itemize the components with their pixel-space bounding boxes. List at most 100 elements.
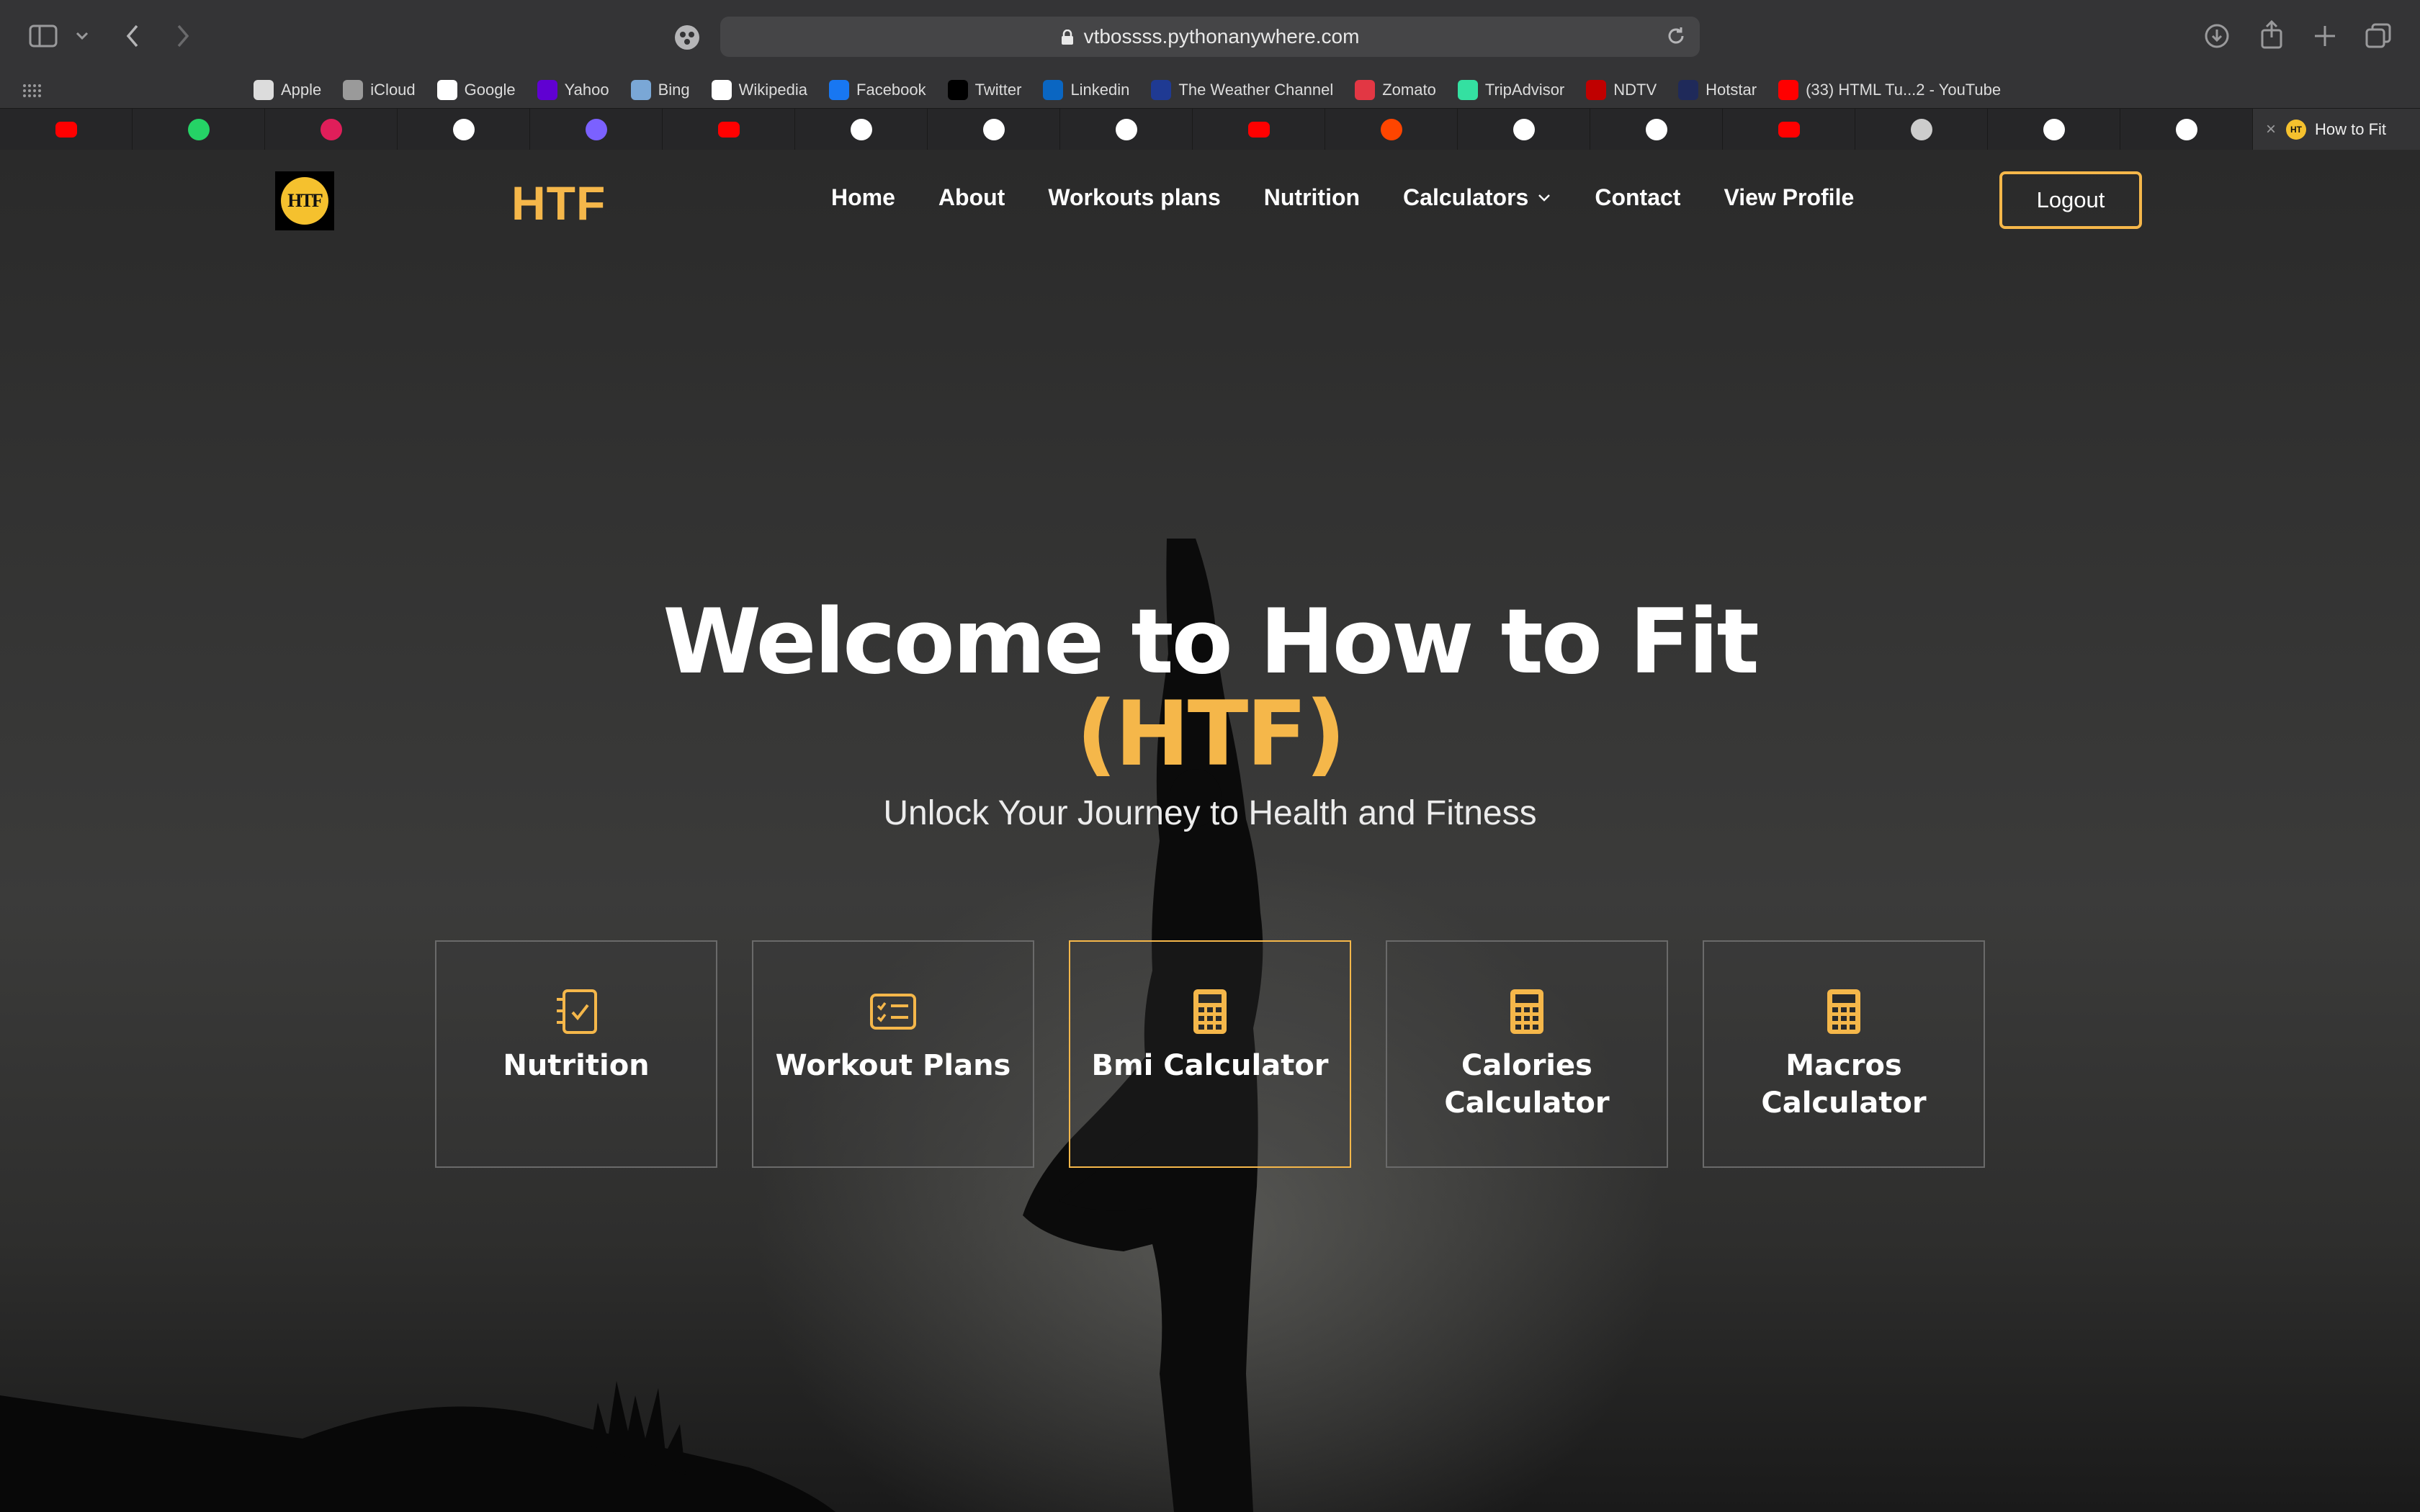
- tab-how-to-fit[interactable]: × HT How to Fit: [2253, 109, 2420, 150]
- favorite-wikipedia[interactable]: Wikipedia: [711, 80, 807, 100]
- new-tab-icon[interactable]: [2311, 22, 2339, 50]
- favorite-label: Linkedin: [1070, 81, 1130, 99]
- card-label: Bmi Calculator: [1091, 1049, 1329, 1082]
- favorite-icloud[interactable]: iCloud: [343, 80, 416, 100]
- nav-home[interactable]: Home: [831, 184, 895, 211]
- tab-6[interactable]: [663, 109, 795, 150]
- tab-4[interactable]: [398, 109, 530, 150]
- brand-name[interactable]: HTF: [511, 176, 606, 230]
- tab-17[interactable]: [2120, 109, 2253, 150]
- favorite-label: NDTV: [1613, 81, 1657, 99]
- hero-title-accent: (HTF): [1076, 683, 1345, 786]
- favorite-linkedin[interactable]: Linkedin: [1043, 80, 1129, 100]
- sidebar-toggle-icon[interactable]: [29, 24, 58, 48]
- htf-logo-icon: HT: [2286, 120, 2307, 140]
- reload-icon[interactable]: [1665, 25, 1687, 47]
- tab-13[interactable]: [1590, 109, 1723, 150]
- nav-view-profile[interactable]: View Profile: [1724, 184, 1854, 211]
- card-bmi-calculator[interactable]: Bmi Calculator: [1069, 940, 1351, 1168]
- tab-2[interactable]: [133, 109, 265, 150]
- favorite-label: Hotstar: [1706, 81, 1757, 99]
- chevron-down-icon: [1538, 194, 1551, 202]
- tab-16[interactable]: [1988, 109, 2120, 150]
- tab-3[interactable]: [265, 109, 398, 150]
- youtube-icon: [1778, 122, 1800, 138]
- favorite-bing[interactable]: Bing: [630, 80, 690, 100]
- tab-1[interactable]: [0, 109, 133, 150]
- apple-icon: [254, 80, 274, 100]
- forward-icon[interactable]: [171, 22, 194, 50]
- youtube-icon: [717, 122, 740, 138]
- favorite-label: Zomato: [1382, 81, 1436, 99]
- favorite-yahoo[interactable]: Yahoo: [537, 80, 609, 100]
- tab-7[interactable]: [795, 109, 928, 150]
- nav-contact[interactable]: Contact: [1595, 184, 1680, 211]
- favorite-label: TripAdvisor: [1484, 81, 1565, 99]
- card-nutrition[interactable]: Nutrition: [435, 940, 717, 1168]
- tab-10[interactable]: [1193, 109, 1325, 150]
- slack-icon: [320, 119, 342, 140]
- card-label: Calories Calculator: [1444, 1049, 1610, 1120]
- nav-about-label: About: [938, 184, 1005, 210]
- card-macros-calculator[interactable]: Macros Calculator: [1703, 940, 1985, 1168]
- apple-icon: [343, 80, 364, 100]
- site-logo[interactable]: HTF: [275, 171, 334, 230]
- calculator-icon: [1502, 986, 1552, 1037]
- whatsapp-icon: [187, 119, 210, 140]
- favorite-apple[interactable]: Apple: [254, 80, 321, 100]
- tab-bar: × HT How to Fit: [0, 108, 2420, 150]
- close-icon[interactable]: ×: [2266, 120, 2276, 140]
- tab-15[interactable]: [1855, 109, 1988, 150]
- youtube-icon: [1778, 80, 1799, 100]
- back-icon[interactable]: [121, 22, 144, 50]
- favorite-twitter[interactable]: Twitter: [947, 80, 1021, 100]
- favorite-google[interactable]: Google: [436, 80, 516, 100]
- favorite-33-html-tu-2-youtube[interactable]: (33) HTML Tu...2 - YouTube: [1778, 80, 2001, 100]
- nav-about[interactable]: About: [938, 184, 1005, 211]
- browser-toolbar: vtbossss.pythonanywhere.com: [0, 0, 2420, 72]
- tab-9[interactable]: [1060, 109, 1193, 150]
- favorite-the-weather-channel[interactable]: The Weather Channel: [1151, 80, 1333, 100]
- nav-contact-label: Contact: [1595, 184, 1681, 210]
- nav-profile-label: View Profile: [1724, 184, 1855, 210]
- favorite-ndtv[interactable]: NDTV: [1586, 80, 1657, 100]
- tab-overview-icon[interactable]: [2364, 22, 2393, 50]
- google-icon: [2175, 119, 2197, 140]
- weather-channel-icon: [1151, 80, 1172, 100]
- tab-12[interactable]: [1458, 109, 1590, 150]
- favorite-tripadvisor[interactable]: TripAdvisor: [1457, 80, 1565, 100]
- address-bar[interactable]: vtbossss.pythonanywhere.com: [720, 17, 1700, 57]
- favorite-facebook[interactable]: Facebook: [829, 80, 926, 100]
- calculator-icon: [1185, 986, 1235, 1037]
- tab-5[interactable]: [530, 109, 663, 150]
- openai-icon: [850, 119, 872, 140]
- google-icon: [436, 80, 457, 100]
- nav-home-label: Home: [831, 184, 895, 210]
- nav-workouts[interactable]: Workouts plans: [1048, 184, 1220, 211]
- chevron-down-icon[interactable]: [73, 27, 91, 45]
- nav-nutrition-label: Nutrition: [1263, 184, 1361, 210]
- apps-grid-icon[interactable]: [22, 82, 42, 99]
- nav-nutrition[interactable]: Nutrition: [1264, 184, 1360, 211]
- facebook-icon: [829, 80, 850, 100]
- tab-8[interactable]: [928, 109, 1060, 150]
- favorite-hotstar[interactable]: Hotstar: [1678, 80, 1757, 100]
- share-icon[interactable]: [2257, 19, 2286, 50]
- card-calories-calculator[interactable]: Calories Calculator: [1386, 940, 1668, 1168]
- site-settings-icon[interactable]: [673, 23, 702, 52]
- favorite-label: Yahoo: [564, 81, 609, 99]
- calculator-icon: [1819, 986, 1869, 1037]
- zomato-icon: [1355, 80, 1376, 100]
- tab-14[interactable]: [1723, 109, 1855, 150]
- favorite-zomato[interactable]: Zomato: [1355, 80, 1436, 100]
- logout-button[interactable]: Logout: [1999, 171, 2142, 229]
- download-icon[interactable]: [2202, 22, 2231, 50]
- tab-11[interactable]: [1325, 109, 1458, 150]
- url-text: vtbossss.pythonanywhere.com: [1083, 25, 1360, 48]
- favorites-bar: Apple iCloud Google Yahoo Bing Wikipedia Faceb…: [0, 72, 2420, 108]
- card-workout-plans[interactable]: Workout Plans: [752, 940, 1034, 1168]
- nav-calculators-dropdown[interactable]: Calculators: [1403, 184, 1551, 211]
- feature-cards: Nutrition Workout Plans Bmi Calculator C…: [435, 940, 1985, 1168]
- checklist-icon: [551, 986, 601, 1037]
- favorite-label: (33) HTML Tu...2 - YouTube: [1806, 81, 2002, 99]
